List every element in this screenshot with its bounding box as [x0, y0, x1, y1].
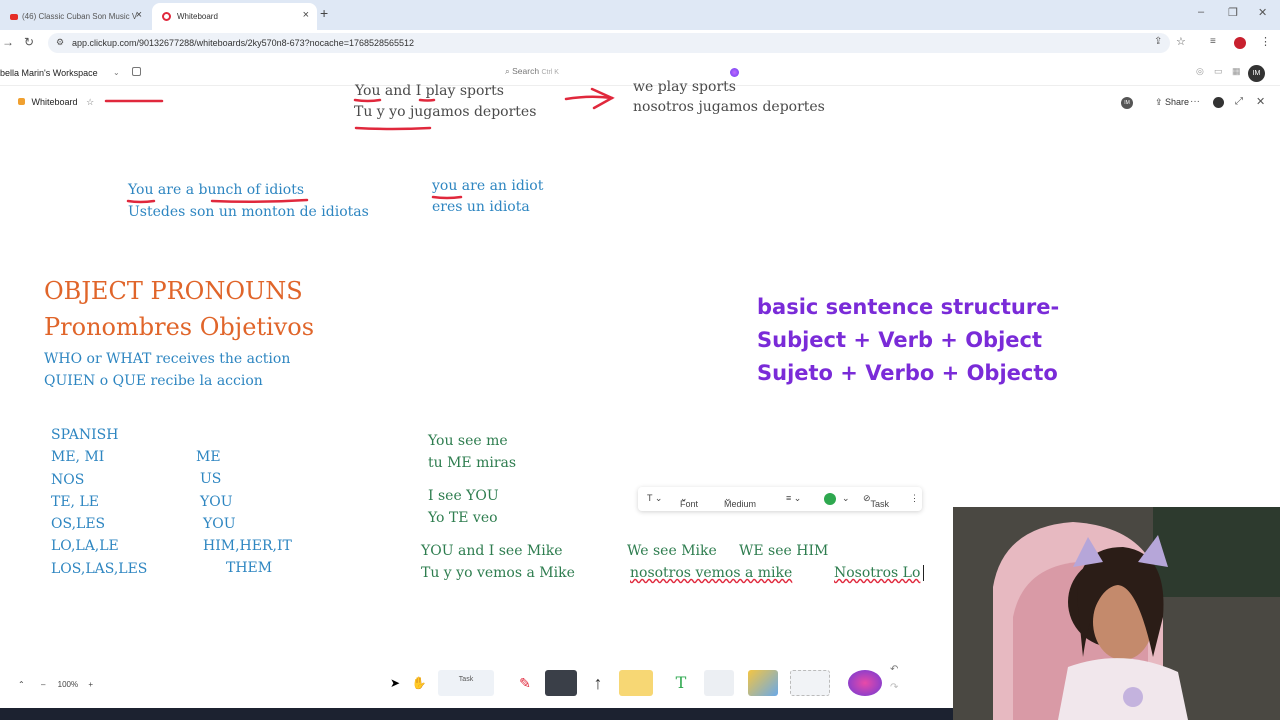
structure-line-3[interactable]: Sujeto + Verbo + Objecto	[757, 361, 1058, 385]
pronoun-cell: YOU	[200, 493, 233, 510]
text-format-toolbar: T ⌄ Font ⌄ Medium ⌄ ≡ ⌄ ⌄ ⊘ Task ⋮	[638, 487, 922, 511]
tool-dock: ➤ ✋ Task ✎ ↑ T ↶ ↷	[378, 662, 912, 702]
select-tool-icon[interactable]: ➤	[382, 670, 408, 696]
text-type-icon[interactable]: T ⌄	[647, 493, 662, 504]
font-label: Font	[680, 499, 699, 509]
connector-arrow-icon[interactable]: ↑	[585, 670, 611, 696]
text-color-swatch[interactable]	[824, 493, 836, 505]
zoom-control: ⌃ – 100% +	[18, 680, 93, 689]
heading-spanish[interactable]: Pronombres Objetivos	[44, 313, 314, 341]
webcam-overlay	[953, 507, 1280, 720]
zoom-in-button[interactable]: +	[88, 680, 93, 689]
marker-stroke	[353, 98, 382, 103]
pronoun-cell: NOS	[51, 471, 85, 488]
pronoun-cell: HIM,HER,IT	[203, 538, 292, 555]
mindmap-tool-icon[interactable]	[790, 670, 830, 696]
chevron-down-icon[interactable]: ⌄	[842, 493, 850, 504]
example2-spanish[interactable]: Yo TE veo	[428, 510, 498, 526]
redo-icon[interactable]: ↷	[890, 682, 898, 693]
hand-tool-icon[interactable]: ✋	[406, 670, 432, 696]
marker-stroke	[431, 195, 463, 200]
sticky-note-icon[interactable]	[619, 670, 653, 696]
dock-task-label: Task	[458, 676, 474, 683]
example1-spanish[interactable]: tu ME miras	[428, 455, 516, 471]
definition-spanish[interactable]: QUIEN o QUE recibe la accion	[44, 373, 263, 389]
heading-english[interactable]: OBJECT PRONOUNS	[44, 277, 303, 305]
pronoun-cell: LOS,LAS,LES	[51, 560, 148, 577]
top-english-sentence[interactable]: You and I play sports	[355, 83, 504, 99]
pronoun-cell: LO,LA,LE	[51, 538, 119, 555]
example4-spanish[interactable]: nosotros vemos a mike	[630, 565, 792, 581]
example3-english[interactable]: YOU and I see Mike	[421, 543, 563, 559]
example1-english[interactable]: You see me	[428, 433, 508, 449]
marker-stroke	[354, 126, 432, 131]
marker-stroke	[126, 199, 156, 204]
pen-tool-icon[interactable]: ✎	[512, 670, 538, 696]
example3-spanish[interactable]: Tu y yo vemos a Mike	[421, 565, 575, 581]
size-label: Medium	[724, 499, 757, 509]
collapse-icon[interactable]: ⌃	[18, 680, 25, 689]
structure-line-1[interactable]: basic sentence structure-	[757, 295, 1059, 319]
more-options-icon[interactable]: ⋮	[910, 493, 919, 504]
top-spanish-sentence[interactable]: Tu y yo jugamos deportes	[354, 104, 536, 120]
we-english-sentence[interactable]: we play sports	[633, 79, 736, 95]
example5-spanish-editing[interactable]: Nosotros Lo	[834, 565, 925, 581]
pronoun-cell: ME, MI	[51, 449, 105, 466]
templates-tool-icon[interactable]	[848, 670, 882, 696]
definition-english[interactable]: WHO or WHAT receives the action	[44, 351, 290, 367]
zoom-level: 100%	[57, 680, 79, 689]
pronoun-cell: US	[200, 471, 222, 488]
text-tool-icon[interactable]: T	[668, 670, 694, 696]
marker-stroke	[418, 98, 436, 102]
marker-arrow	[564, 95, 614, 101]
marker-stroke	[210, 198, 309, 204]
pronoun-cell: OS,LES	[51, 516, 106, 533]
task-card-tool[interactable]: Task	[438, 670, 494, 696]
english-pronoun-column[interactable]: ME US YOU YOU HIM,HER,IT THEM	[196, 446, 292, 580]
size-dropdown[interactable]: Medium ⌄	[724, 493, 756, 509]
undo-icon[interactable]: ↶	[890, 664, 898, 675]
convert-task-button[interactable]: ⊘ Task	[863, 493, 889, 509]
font-dropdown[interactable]: Font ⌄	[680, 493, 698, 509]
bunch-spanish-sentence[interactable]: Ustedes son un monton de idiotas	[128, 204, 369, 220]
pronoun-cell: ME	[196, 449, 221, 465]
example2-english[interactable]: I see YOU	[428, 488, 499, 504]
example5-english[interactable]: WE see HIM	[739, 543, 828, 559]
bunch-english-sentence[interactable]: You are a bunch of idiots	[128, 182, 304, 198]
pronoun-cell: YOU	[203, 515, 236, 532]
pronoun-cell: THEM	[226, 560, 273, 577]
idiot-english-sentence[interactable]: you are an idiot	[432, 178, 543, 194]
idiot-spanish-sentence[interactable]: eres un idiota	[432, 199, 530, 215]
zoom-out-button[interactable]: –	[41, 680, 45, 689]
spanish-pronoun-column[interactable]: SPANISH ME, MI NOS TE, LE OS,LES LO,LA,L…	[51, 424, 147, 580]
shape-tool-icon[interactable]	[545, 670, 577, 696]
we-spanish-sentence[interactable]: nosotros jugamos deportes	[633, 99, 825, 115]
example4-english[interactable]: We see Mike	[627, 543, 717, 559]
pronoun-cell: SPANISH	[51, 427, 119, 443]
align-icon[interactable]: ≡ ⌄	[786, 493, 801, 504]
streamer-webcam-image	[953, 507, 1280, 720]
structure-line-2[interactable]: Subject + Verb + Object	[757, 328, 1042, 352]
task-label: Task	[870, 499, 890, 509]
doc-tool-icon[interactable]	[704, 670, 734, 696]
pronoun-cell: TE, LE	[51, 493, 99, 510]
image-tool-icon[interactable]	[748, 670, 778, 696]
marker-arrow-head	[590, 87, 615, 110]
